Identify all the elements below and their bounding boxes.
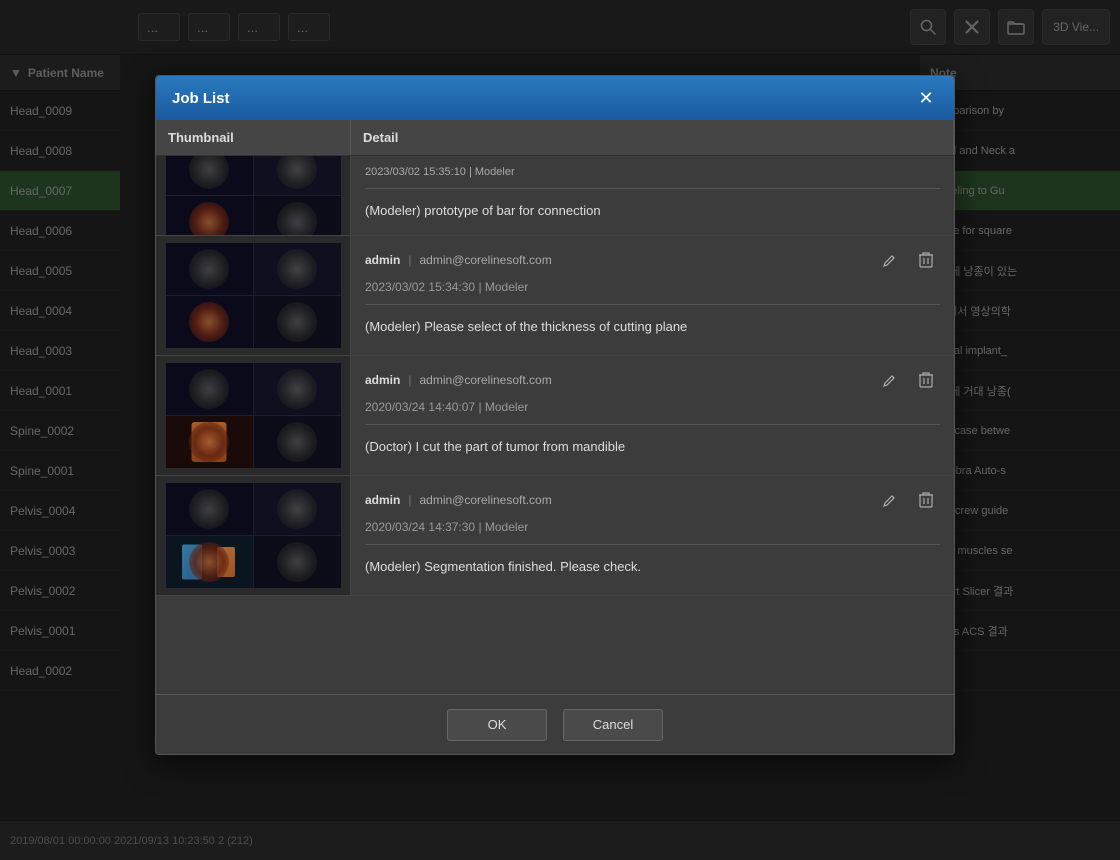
delete-button-4[interactable]	[912, 486, 940, 514]
job-datetime-3: 2020/03/24 14:40:07 | Modeler	[365, 400, 940, 414]
job-user-4: admin	[365, 493, 400, 507]
job-meta-1: 2023/03/02 15:35:10 | Modeler	[365, 166, 940, 178]
meta-sep: |	[408, 373, 411, 387]
scan-cell	[166, 483, 253, 535]
job-message-4: (Modeler) Segmentation finished. Please …	[365, 555, 940, 578]
modal-table-header: Thumbnail Detail	[156, 120, 954, 156]
edit-button-3[interactable]	[876, 366, 904, 394]
scan-cell	[254, 363, 341, 415]
job-thumbnail-3	[156, 356, 351, 475]
job-datetime-4: 2020/03/24 14:37:30 | Modeler	[365, 520, 940, 534]
job-divider	[365, 304, 940, 305]
job-user-3: admin	[365, 373, 400, 387]
thumbnail-image-1	[166, 156, 341, 235]
job-email-2: admin@corelinesoft.com	[419, 253, 551, 267]
scan-cell	[166, 196, 253, 235]
thumbnail-image-2	[166, 243, 341, 348]
job-actions-3	[876, 366, 940, 394]
scan-cell	[254, 296, 341, 348]
job-row-4: admin | admin@corelinesoft.com	[156, 476, 954, 596]
scan-cell	[254, 196, 341, 235]
scan-cell	[254, 483, 341, 535]
job-row-2: admin | admin@corelinesoft.com	[156, 236, 954, 356]
thumbnail-image-3	[166, 363, 341, 468]
job-thumbnail-2	[156, 236, 351, 355]
modal-footer: OK Cancel	[156, 694, 954, 754]
delete-button-3[interactable]	[912, 366, 940, 394]
job-actions-2	[876, 246, 940, 274]
job-detail-3: admin | admin@corelinesoft.com	[351, 356, 954, 475]
ok-button[interactable]: OK	[447, 709, 547, 741]
scan-cell	[166, 363, 253, 415]
scan-cell	[166, 156, 253, 195]
job-email-4: admin@corelinesoft.com	[419, 493, 551, 507]
scan-cell	[254, 416, 341, 468]
scan-cell	[166, 416, 253, 468]
job-email-3: admin@corelinesoft.com	[419, 373, 551, 387]
job-meta-3: admin | admin@corelinesoft.com	[365, 366, 940, 394]
scan-cell	[166, 536, 253, 588]
job-detail-4: admin | admin@corelinesoft.com	[351, 476, 954, 595]
job-message-2: (Modeler) Please select of the thickness…	[365, 315, 940, 338]
modal-table-body[interactable]: 2023/03/02 15:35:10 | Modeler (Modeler) …	[156, 156, 954, 694]
modal-title: Job List	[172, 90, 230, 107]
job-message-1: (Modeler) prototype of bar for connectio…	[365, 199, 940, 222]
job-divider	[365, 188, 940, 189]
modal-close-button[interactable]: ✕	[914, 86, 938, 110]
delete-button-2[interactable]	[912, 246, 940, 274]
job-actions-4	[876, 486, 940, 514]
thumbnail-image-4	[166, 483, 341, 588]
scan-cell	[166, 243, 253, 295]
job-message-3: (Doctor) I cut the part of tumor from ma…	[365, 435, 940, 458]
scan-cell	[254, 536, 341, 588]
job-detail-1: 2023/03/02 15:35:10 | Modeler (Modeler) …	[351, 156, 954, 235]
job-divider	[365, 424, 940, 425]
job-list-modal: Job List ✕ Thumbnail Detail	[155, 75, 955, 755]
modal-body: Thumbnail Detail	[156, 120, 954, 694]
modal-header: Job List ✕	[156, 76, 954, 120]
job-thumbnail-4	[156, 476, 351, 595]
edit-button-4[interactable]	[876, 486, 904, 514]
job-row-3: admin | admin@corelinesoft.com	[156, 356, 954, 476]
job-detail-2: admin | admin@corelinesoft.com	[351, 236, 954, 355]
job-row-partial: 2023/03/02 15:35:10 | Modeler (Modeler) …	[156, 156, 954, 236]
scan-cell	[166, 296, 253, 348]
thumbnail-header-label: Thumbnail	[168, 130, 234, 145]
job-user-2: admin	[365, 253, 400, 267]
thumbnail-col-header: Thumbnail	[156, 120, 351, 155]
meta-sep: |	[408, 493, 411, 507]
meta-sep: |	[408, 253, 411, 267]
detail-header-label: Detail	[363, 130, 398, 145]
job-thumbnail-1	[156, 156, 351, 235]
job-meta-4: admin | admin@corelinesoft.com	[365, 486, 940, 514]
job-divider	[365, 544, 940, 545]
scan-cell	[254, 156, 341, 195]
edit-button-2[interactable]	[876, 246, 904, 274]
detail-col-header: Detail	[351, 120, 954, 155]
scan-cell	[254, 243, 341, 295]
cancel-button[interactable]: Cancel	[563, 709, 663, 741]
job-datetime-2: 2023/03/02 15:34:30 | Modeler	[365, 280, 940, 294]
job-datetime: 2023/03/02 15:35:10 | Modeler	[365, 166, 515, 178]
job-meta-2: admin | admin@corelinesoft.com	[365, 246, 940, 274]
